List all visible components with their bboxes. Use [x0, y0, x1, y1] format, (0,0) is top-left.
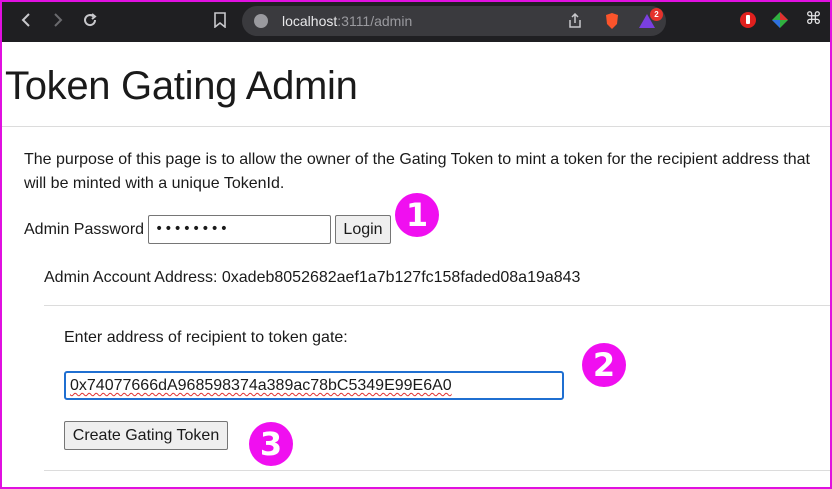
step-2-marker: 2 [582, 343, 626, 387]
login-button[interactable]: Login [335, 215, 391, 244]
reload-icon[interactable] [82, 12, 98, 28]
intro-text: The purpose of this page is to allow the… [24, 148, 830, 196]
recipient-address-value: 0x74077666dA968598374a389ac78bC5349E99E6… [70, 377, 452, 394]
password-input[interactable]: •••••••• [148, 215, 331, 244]
divider [2, 126, 830, 127]
admin-page: Token Gating Admin The purpose of this p… [2, 42, 830, 487]
rewards-badge: 2 [650, 8, 663, 21]
bookmark-icon[interactable] [213, 12, 227, 28]
site-info-icon[interactable] [254, 14, 268, 28]
admin-account-address: Admin Account Address: 0xadeb8052682aef1… [44, 269, 581, 286]
divider [44, 470, 830, 471]
back-icon[interactable] [18, 12, 34, 28]
stop-hand-icon[interactable] [740, 12, 756, 28]
command-icon[interactable]: ⌘ [805, 10, 822, 27]
step-3-marker: 3 [249, 422, 293, 466]
create-gating-token-button[interactable]: Create Gating Token [64, 421, 228, 450]
recipient-address-input[interactable]: 0x74077666dA968598374a389ac78bC5349E99E6… [64, 371, 564, 400]
brave-shield-icon[interactable] [604, 12, 620, 30]
color-extension-icon[interactable] [772, 12, 788, 28]
step-1-marker: 1 [395, 193, 439, 237]
url-text: localhost:3111/admin [282, 13, 413, 29]
intro-line-1: The purpose of this page is to allow the… [24, 151, 810, 168]
intro-line-2: will be minted with a unique TokenId. [24, 175, 285, 192]
share-icon[interactable] [568, 13, 582, 29]
browser-toolbar: localhost:3111/admin 2 ⌘ [0, 0, 832, 42]
address-bar[interactable]: localhost:3111/admin [242, 6, 666, 36]
divider [44, 305, 830, 306]
password-label: Admin Password [24, 221, 145, 238]
page-title: Token Gating Admin [5, 64, 358, 108]
recipient-label: Enter address of recipient to token gate… [64, 329, 348, 346]
forward-icon[interactable] [50, 12, 66, 28]
